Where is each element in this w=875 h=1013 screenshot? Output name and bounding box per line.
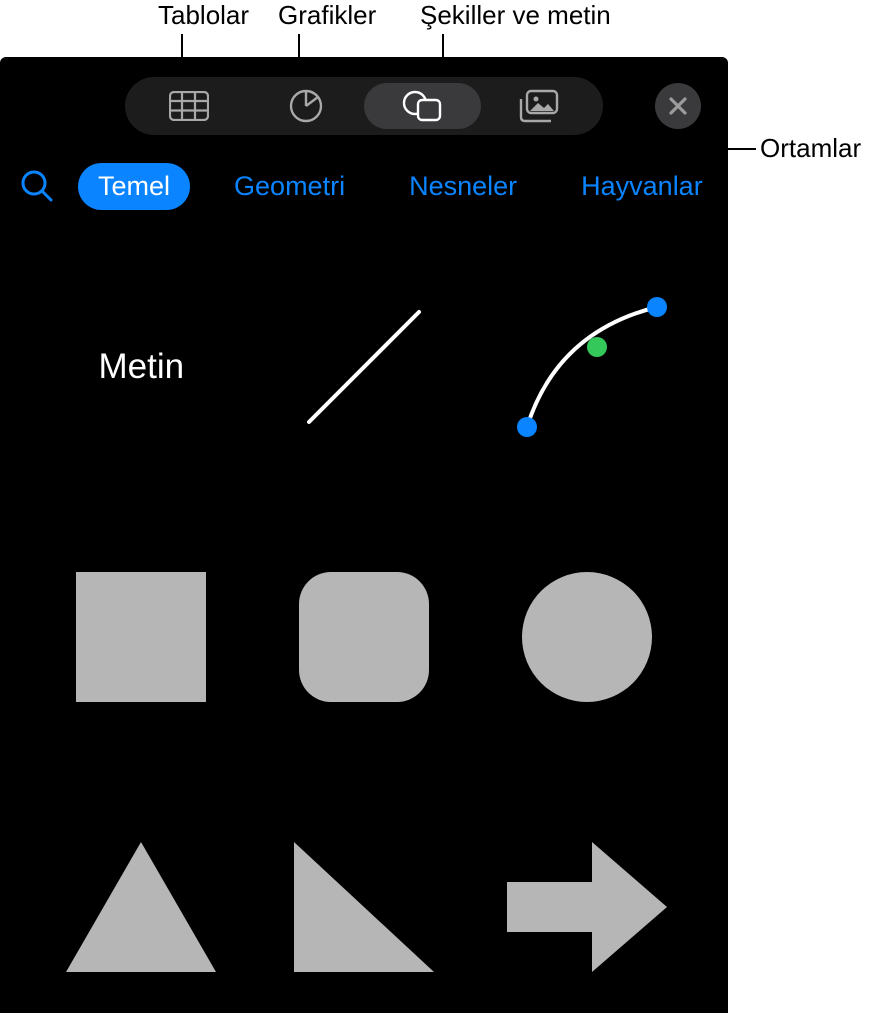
category-tabs: Temel Geometri Nesneler Hayvanlar <box>0 155 728 217</box>
tables-button[interactable] <box>131 83 248 129</box>
square-icon <box>76 572 206 702</box>
rounded-square-icon <box>299 572 429 702</box>
category-nesneler[interactable]: Nesneler <box>389 163 537 210</box>
tables-icon <box>169 91 209 121</box>
shape-square[interactable] <box>30 542 253 732</box>
shape-line[interactable] <box>253 272 476 462</box>
shape-rounded-square[interactable] <box>253 542 476 732</box>
line-icon <box>289 292 439 442</box>
insert-toolbar <box>125 77 603 135</box>
circle-icon <box>522 572 652 702</box>
callout-shapes-text: Şekiller ve metin <box>420 0 611 31</box>
callout-charts: Grafikler <box>278 0 376 31</box>
shapes-icon <box>401 89 443 123</box>
category-temel[interactable]: Temel <box>78 163 190 210</box>
category-geometri[interactable]: Geometri <box>214 163 365 210</box>
shape-triangle[interactable] <box>30 812 253 1002</box>
search-icon <box>20 169 54 203</box>
shape-circle[interactable] <box>475 542 698 732</box>
chart-icon <box>289 89 323 123</box>
insert-panel: Temel Geometri Nesneler Hayvanlar Metin <box>0 57 728 1013</box>
callout-media: Ortamlar <box>760 133 861 164</box>
triangle-icon <box>66 842 216 972</box>
curve-icon <box>502 282 672 452</box>
search-button[interactable] <box>20 169 54 203</box>
shape-text-label: Metin <box>99 347 185 387</box>
charts-button[interactable] <box>248 83 365 129</box>
category-hayvanlar[interactable]: Hayvanlar <box>561 163 723 210</box>
close-icon <box>668 96 688 116</box>
shape-arrow-right[interactable] <box>475 812 698 1002</box>
shape-right-triangle[interactable] <box>253 812 476 1002</box>
right-triangle-icon <box>294 842 434 972</box>
shapes-button[interactable] <box>364 83 481 129</box>
close-button[interactable] <box>655 83 701 129</box>
media-icon <box>518 89 560 123</box>
shapes-grid: Metin <box>0 272 728 1002</box>
shape-curve[interactable] <box>475 272 698 462</box>
media-button[interactable] <box>481 83 598 129</box>
shape-text[interactable]: Metin <box>30 272 253 462</box>
callout-tables: Tablolar <box>158 0 249 31</box>
arrow-right-icon <box>507 842 667 972</box>
